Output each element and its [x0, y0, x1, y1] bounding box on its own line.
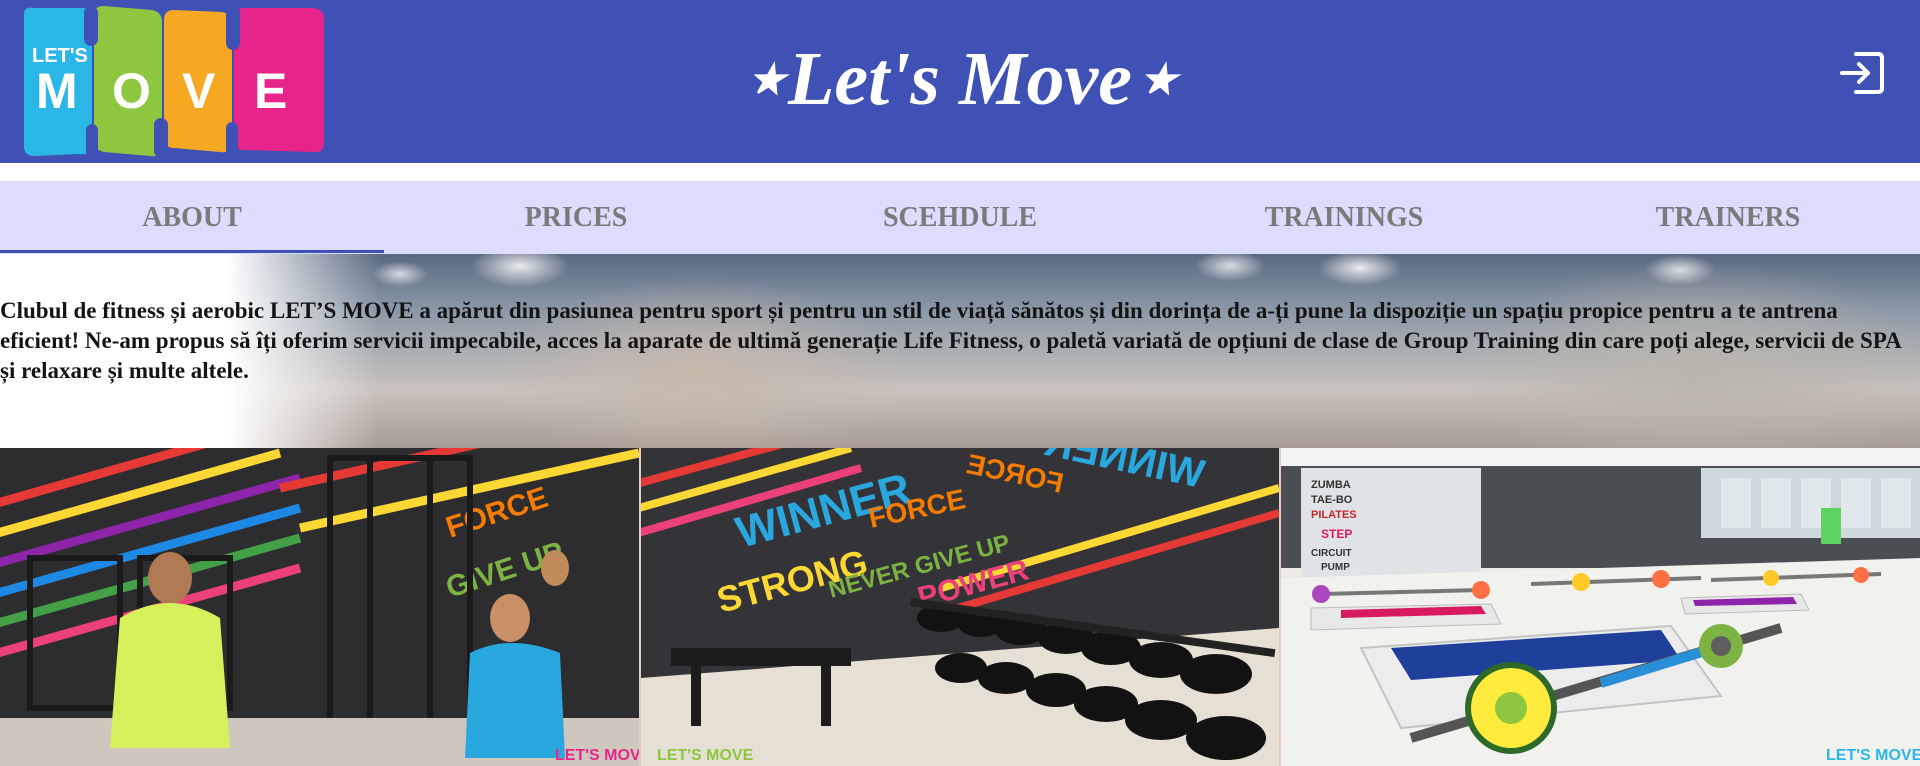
- watermark-1: LET'S MOVE: [555, 747, 639, 764]
- class-step: STEP: [1321, 527, 1352, 541]
- dumbbell-rack-image: WINNER FORCE STRONG NEVER GIVE UP POWER …: [641, 448, 1279, 766]
- class-circuit: CIRCUIT: [1311, 548, 1352, 559]
- gallery-photo-dumbbells[interactable]: WINNER FORCE STRONG NEVER GIVE UP POWER …: [639, 448, 1279, 766]
- main-nav: ABOUT PRICES SCEHDULE TRAININGS TRAINERS: [0, 181, 1920, 254]
- class-pump: PUMP: [1321, 562, 1350, 573]
- gallery-photo-studio[interactable]: ZUMBA TAE-BO PILATES STEP CIRCUIT PUMP L…: [1279, 448, 1920, 766]
- watermark-3: LET'S MOVE: [1826, 747, 1920, 764]
- gym-machines-image: FORCE GIVE UP LET'S MOVE: [0, 448, 639, 766]
- nav-item-trainers[interactable]: TRAINERS: [1536, 181, 1920, 254]
- watermark-2: LET'S MOVE: [657, 747, 754, 764]
- hero-banner: Clubul de fitness și aerobic LET’S MOVE …: [0, 254, 1920, 448]
- gallery-photo-machines[interactable]: FORCE GIVE UP LET'S MOVE: [0, 448, 639, 766]
- class-pilates: PILATES: [1311, 509, 1357, 521]
- photo-gallery: FORCE GIVE UP LET'S MOVE: [0, 448, 1920, 766]
- nav-item-trainings[interactable]: TRAININGS: [1152, 181, 1536, 254]
- nav-item-schedule[interactable]: SCEHDULE: [768, 181, 1152, 254]
- header: LET'S M O V E ⋆Let's Move⋆: [0, 0, 1920, 163]
- class-zumba: ZUMBA: [1311, 479, 1351, 491]
- nav-item-about[interactable]: ABOUT: [0, 181, 384, 254]
- sign-out-icon[interactable]: [1838, 50, 1886, 96]
- nav-item-prices[interactable]: PRICES: [384, 181, 768, 254]
- training-studio-image: ZUMBA TAE-BO PILATES STEP CIRCUIT PUMP L…: [1281, 448, 1920, 766]
- class-tae-bo: TAE-BO: [1311, 494, 1353, 506]
- site-title: ⋆Let's Move⋆: [740, 37, 1180, 121]
- about-text: Clubul de fitness și aerobic LET’S MOVE …: [0, 298, 1901, 383]
